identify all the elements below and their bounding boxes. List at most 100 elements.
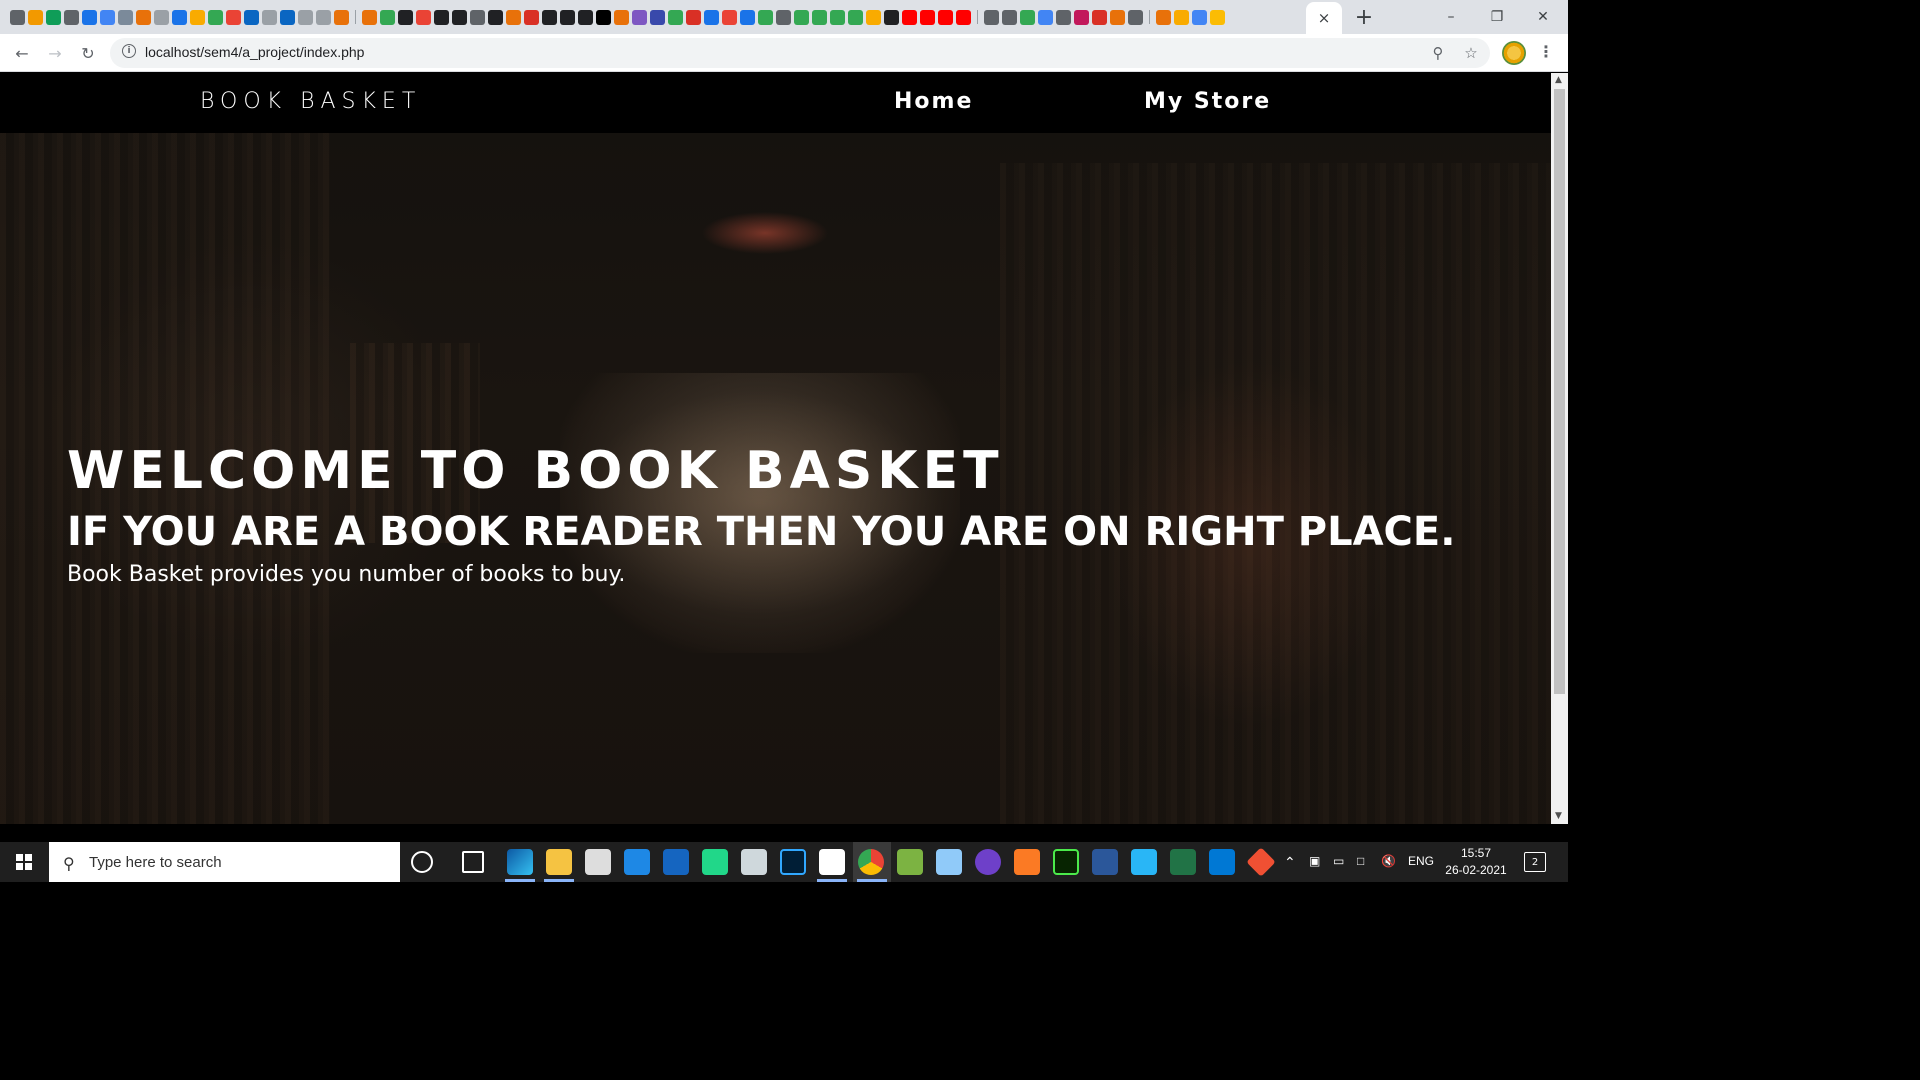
volume-muted-icon[interactable]: 🔇 xyxy=(1381,854,1396,868)
minimize-button[interactable]: – xyxy=(1428,0,1474,34)
tab-favicon[interactable] xyxy=(668,9,683,25)
tab-favicon[interactable] xyxy=(380,9,395,25)
tab-favicon[interactable] xyxy=(722,9,737,25)
address-bar[interactable]: i localhost/sem4/a_project/index.php ⚲ ☆ xyxy=(110,38,1490,68)
tab-favicon[interactable] xyxy=(614,9,629,25)
tab-favicon[interactable] xyxy=(244,9,259,25)
zoom-icon[interactable]: ⚲ xyxy=(1428,43,1448,63)
browser-menu-icon[interactable]: ⋮ xyxy=(1538,42,1554,61)
tab-favicon[interactable] xyxy=(488,9,503,25)
url-text[interactable]: localhost/sem4/a_project/index.php xyxy=(145,44,364,60)
profile-avatar[interactable] xyxy=(1502,41,1526,65)
word-icon[interactable] xyxy=(1092,849,1118,875)
outlook-icon[interactable] xyxy=(663,849,689,875)
tab-favicon[interactable] xyxy=(560,9,575,25)
bookmark-star-icon[interactable]: ☆ xyxy=(1461,43,1481,63)
tab-favicon[interactable] xyxy=(794,9,809,25)
scroll-up-icon[interactable]: ▲ xyxy=(1555,75,1562,85)
tab-favicon[interactable] xyxy=(1110,9,1125,25)
close-window-button[interactable]: ✕ xyxy=(1520,0,1566,34)
start-button[interactable] xyxy=(0,842,48,882)
network-icon[interactable]: □ xyxy=(1357,854,1364,868)
tab-favicon[interactable] xyxy=(398,9,413,25)
nav-my-store-link[interactable]: My Store xyxy=(1144,89,1271,114)
scroll-down-icon[interactable]: ▼ xyxy=(1555,811,1562,821)
dreamweaver-icon[interactable] xyxy=(1053,849,1079,875)
chrome-icon[interactable] xyxy=(858,849,884,875)
tab-favicon[interactable] xyxy=(1074,9,1089,25)
store-icon[interactable] xyxy=(585,849,611,875)
tab-favicon[interactable] xyxy=(938,9,953,25)
chevron-up-icon[interactable]: ⌃ xyxy=(1284,854,1296,871)
tab-favicon[interactable] xyxy=(46,9,61,25)
tab-favicon[interactable] xyxy=(416,9,431,25)
snip-icon[interactable] xyxy=(819,849,845,875)
forward-arrow-icon[interactable]: → xyxy=(42,40,68,66)
tab-favicon[interactable] xyxy=(136,9,151,25)
notification-center-icon[interactable]: 2 xyxy=(1524,852,1546,872)
reload-icon[interactable]: ↻ xyxy=(75,40,101,66)
notepadplus-icon[interactable] xyxy=(897,849,923,875)
tab-favicon[interactable] xyxy=(632,9,647,25)
tab-favicon[interactable] xyxy=(452,9,467,25)
tab-favicon[interactable] xyxy=(316,9,331,25)
photos-icon[interactable] xyxy=(1131,849,1157,875)
tab-favicon[interactable] xyxy=(506,9,521,25)
tab-favicon[interactable] xyxy=(830,9,845,25)
tab-favicon[interactable] xyxy=(1038,9,1053,25)
tab-favicon[interactable] xyxy=(704,9,719,25)
nav-home-link[interactable]: Home xyxy=(894,89,973,114)
tab-favicon[interactable] xyxy=(740,9,755,25)
tab-favicon[interactable] xyxy=(262,9,277,25)
new-tab-button[interactable]: + xyxy=(1352,4,1376,30)
mail-icon[interactable] xyxy=(624,849,650,875)
battery-icon[interactable]: ▭ xyxy=(1333,854,1344,868)
tab-favicon[interactable] xyxy=(82,9,97,25)
maximize-button[interactable]: ❐ xyxy=(1474,0,1520,34)
tab-favicon[interactable] xyxy=(100,9,115,25)
tab-favicon[interactable] xyxy=(1128,9,1143,25)
meet-now-icon[interactable]: ▣ xyxy=(1309,854,1320,868)
tab-favicon[interactable] xyxy=(902,9,917,25)
tab-favicon[interactable] xyxy=(1210,9,1225,25)
excel-icon[interactable] xyxy=(1170,849,1196,875)
tab-favicon[interactable] xyxy=(596,9,611,25)
tab-favicon[interactable] xyxy=(64,9,79,25)
close-tab-icon[interactable]: × xyxy=(1318,9,1331,27)
cortana-icon[interactable] xyxy=(411,851,433,873)
tab-favicon[interactable] xyxy=(10,9,25,25)
edge-icon[interactable] xyxy=(507,849,533,875)
site-brand[interactable]: BOOK BASKET xyxy=(200,89,421,114)
tab-favicon[interactable] xyxy=(362,9,377,25)
tab-favicon[interactable] xyxy=(280,9,295,25)
tab-favicon[interactable] xyxy=(776,9,791,25)
tab-favicon[interactable] xyxy=(334,9,349,25)
tab-favicon[interactable] xyxy=(1020,9,1035,25)
tab-favicon[interactable] xyxy=(1002,9,1017,25)
tab-favicon[interactable] xyxy=(758,9,773,25)
file-explorer-icon[interactable] xyxy=(546,849,572,875)
vscode-icon[interactable] xyxy=(1209,849,1235,875)
tab-favicon[interactable] xyxy=(1174,9,1189,25)
tab-favicon[interactable] xyxy=(1056,9,1071,25)
paint-icon[interactable] xyxy=(741,849,767,875)
tab-favicon[interactable] xyxy=(190,9,205,25)
tab-favicon[interactable] xyxy=(866,9,881,25)
tab-favicon[interactable] xyxy=(1192,9,1207,25)
scrollbar-thumb[interactable] xyxy=(1554,89,1565,694)
dictionary-icon[interactable] xyxy=(936,849,962,875)
pycharm-icon[interactable] xyxy=(702,849,728,875)
tab-favicon[interactable] xyxy=(1156,9,1171,25)
tab-favicon[interactable] xyxy=(812,9,827,25)
tab-favicon[interactable] xyxy=(956,9,971,25)
tab-favicon[interactable] xyxy=(434,9,449,25)
tab-favicon[interactable] xyxy=(578,9,593,25)
tab-favicon[interactable] xyxy=(524,9,539,25)
git-icon[interactable] xyxy=(1246,847,1276,877)
tab-favicon[interactable] xyxy=(650,9,665,25)
tab-favicon[interactable] xyxy=(172,9,187,25)
tab-favicon[interactable] xyxy=(118,9,133,25)
site-info-icon[interactable]: i xyxy=(122,44,136,58)
tab-favicon[interactable] xyxy=(208,9,223,25)
language-indicator[interactable]: ENG xyxy=(1408,854,1434,868)
